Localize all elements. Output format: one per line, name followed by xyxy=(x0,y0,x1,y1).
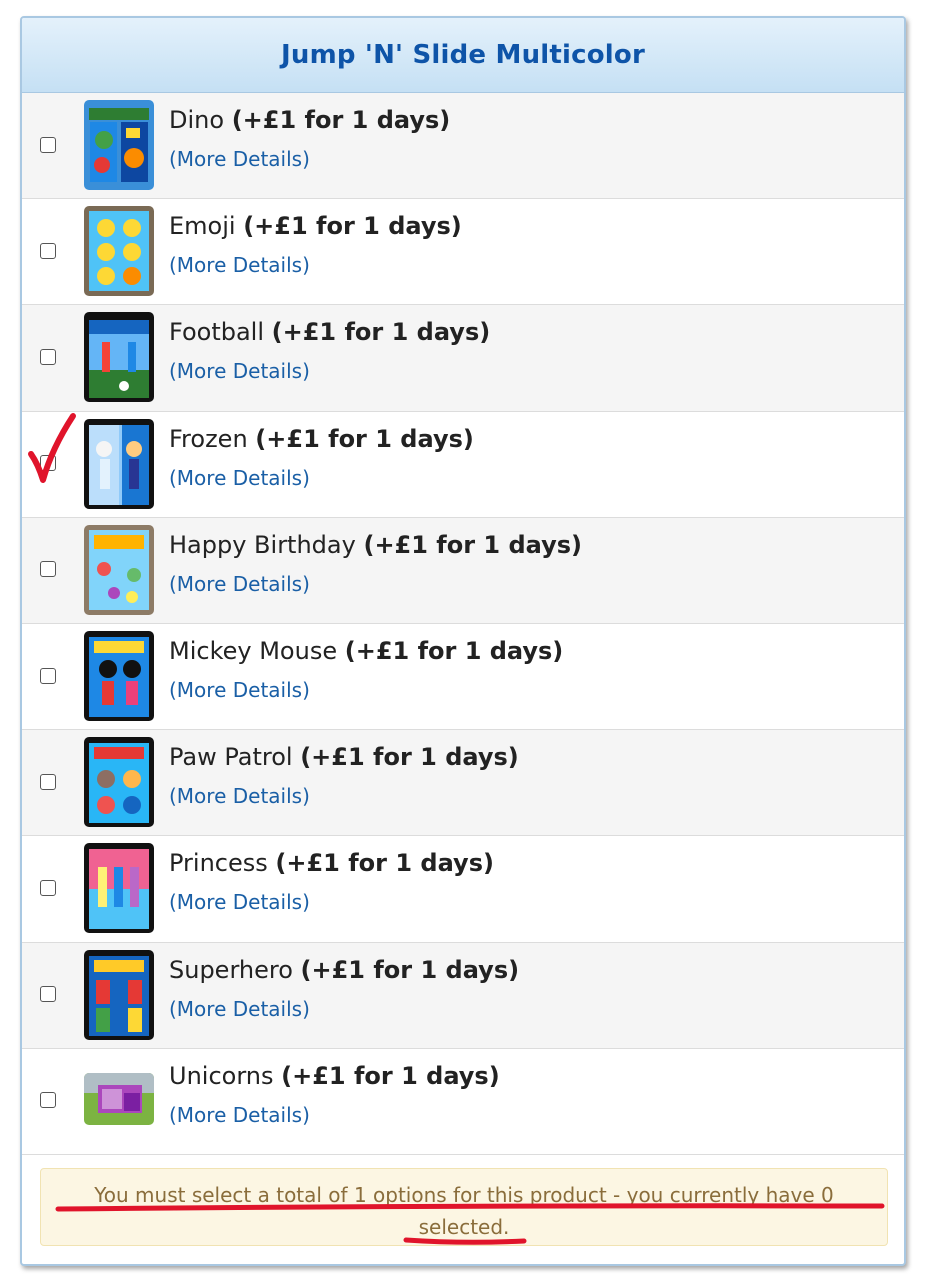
option-name: Princess (+£1 for 1 days) xyxy=(169,849,494,878)
option-name: Happy Birthday (+£1 for 1 days) xyxy=(169,530,583,559)
more-details-link[interactable]: (More Details) xyxy=(169,147,310,171)
option-name: Emoji (+£1 for 1 days) xyxy=(169,212,462,241)
option-checkbox[interactable] xyxy=(40,773,56,790)
option-checkbox[interactable] xyxy=(40,1092,56,1109)
option-row-mickey-mouse: Mickey Mouse (+£1 for 1 days) (More Deta… xyxy=(22,623,904,731)
option-checkbox[interactable] xyxy=(40,136,56,153)
option-checkbox[interactable] xyxy=(40,242,56,259)
product-thumbnail-frozen xyxy=(84,418,154,509)
option-name: Mickey Mouse (+£1 for 1 days) xyxy=(169,636,564,665)
options-panel: Jump 'N' Slide Multicolor Dino (+£1 for … xyxy=(20,16,906,1266)
option-checkbox[interactable] xyxy=(40,561,56,578)
option-name: Dino (+£1 for 1 days) xyxy=(169,106,451,134)
option-name: Frozen (+£1 for 1 days) xyxy=(169,424,474,453)
option-row-dino: Dino (+£1 for 1 days) (More Details) xyxy=(22,93,904,200)
more-details-link[interactable]: (More Details) xyxy=(169,890,310,914)
more-details-link[interactable]: (More Details) xyxy=(169,678,310,702)
option-checkbox[interactable] xyxy=(40,879,56,896)
option-name: Paw Patrol (+£1 for 1 days) xyxy=(169,743,519,772)
product-thumbnail-happy-birthday xyxy=(84,524,154,615)
option-row-emoji: Emoji (+£1 for 1 days) (More Details) xyxy=(22,199,904,306)
more-details-link[interactable]: (More Details) xyxy=(169,1103,310,1127)
more-details-link[interactable]: (More Details) xyxy=(169,572,310,596)
product-thumbnail-paw-patrol xyxy=(84,737,154,828)
panel-header: Jump 'N' Slide Multicolor xyxy=(22,18,904,93)
option-name: Unicorns (+£1 for 1 days) xyxy=(169,1061,500,1090)
more-details-link[interactable]: (More Details) xyxy=(169,466,310,490)
product-thumbnail-princess xyxy=(84,843,154,934)
option-checkbox[interactable] xyxy=(40,348,56,365)
option-checkbox[interactable] xyxy=(40,986,56,1003)
option-row-superhero: Superhero (+£1 for 1 days) (More Details… xyxy=(22,942,904,1049)
option-row-princess: Princess (+£1 for 1 days) (More Details) xyxy=(22,836,904,943)
option-name: Superhero (+£1 for 1 days) xyxy=(169,955,520,984)
more-details-link[interactable]: (More Details) xyxy=(169,359,310,383)
panel-title: Jump 'N' Slide Multicolor xyxy=(280,40,646,70)
option-checkbox[interactable] xyxy=(40,455,56,472)
option-row-paw-patrol: Paw Patrol (+£1 for 1 days) (More Detail… xyxy=(22,730,904,837)
more-details-link[interactable]: (More Details) xyxy=(169,253,310,277)
option-checkbox[interactable] xyxy=(40,667,56,684)
product-thumbnail-mickey-mouse xyxy=(84,630,154,721)
more-details-link[interactable]: (More Details) xyxy=(169,997,310,1021)
more-details-link[interactable]: (More Details) xyxy=(169,784,310,808)
option-name: Football (+£1 for 1 days) xyxy=(169,318,491,347)
selection-warning-alert: You must select a total of 1 options for… xyxy=(40,1168,888,1246)
product-thumbnail-superhero xyxy=(84,949,154,1040)
option-row-football: Football (+£1 for 1 days) (More Details) xyxy=(22,305,904,412)
product-thumbnail-unicorns xyxy=(84,1072,154,1125)
option-row-happy-birthday: Happy Birthday (+£1 for 1 days) (More De… xyxy=(22,517,904,624)
option-row-unicorns: Unicorns (+£1 for 1 days) (More Details) xyxy=(22,1048,904,1155)
option-row-frozen: Frozen (+£1 for 1 days) (More Details) xyxy=(22,411,904,518)
product-thumbnail-football xyxy=(84,312,154,403)
product-thumbnail-dino xyxy=(84,100,154,190)
product-thumbnail-emoji xyxy=(84,206,154,297)
selection-warning-text: You must select a total of 1 options for… xyxy=(94,1183,834,1239)
